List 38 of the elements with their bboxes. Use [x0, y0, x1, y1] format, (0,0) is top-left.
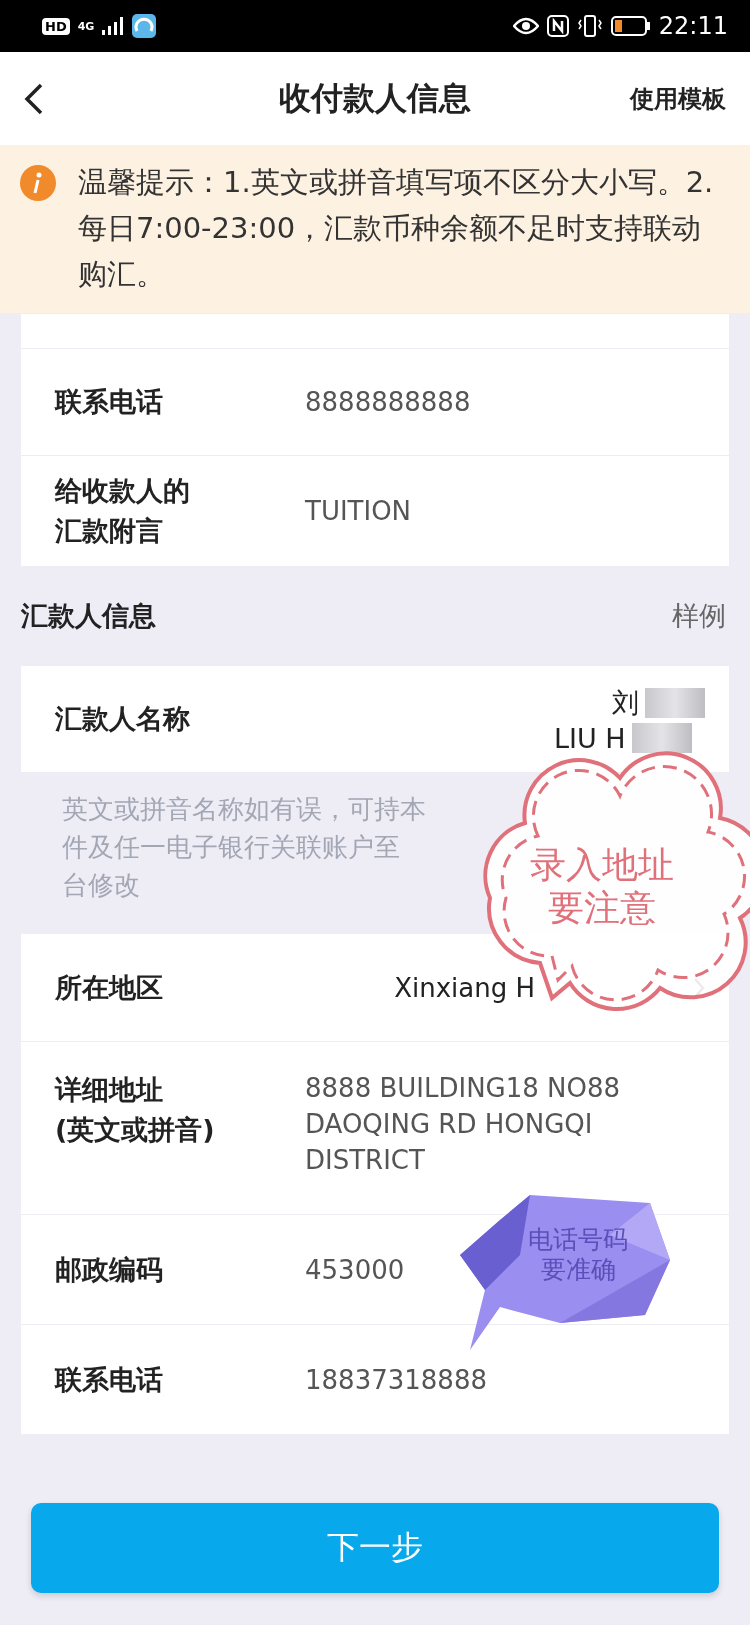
field-value: 453000 [305, 1253, 405, 1287]
example-link[interactable]: 样例 [672, 598, 726, 634]
hint-text: 件及任一电子银行关联账户至 [62, 831, 400, 864]
hd-badge: HD [42, 17, 70, 35]
sticker-text: 电话号码 要准确 [528, 1225, 628, 1285]
eye-icon [512, 17, 539, 35]
field-label: 所在地区 [55, 970, 164, 1005]
nfc-icon [546, 15, 569, 37]
signal-icon [102, 17, 125, 35]
field-value: 8888 BUILDING18 NO88 DAOQING RD HONGQI DISTRICT [305, 1072, 622, 1177]
app-icon [132, 14, 157, 38]
field-label: 联系电话 [55, 1362, 164, 1397]
section-title: 汇款人信息 [21, 599, 156, 633]
field-label: 详细地址 (英文或拼音) [55, 1073, 216, 1147]
blurred-text [631, 723, 692, 753]
field-label: 给收款人的汇款附言 [55, 474, 191, 548]
field-label: 汇款人名称 [55, 702, 191, 736]
hint-text: 台修改 [62, 869, 140, 902]
field-label: 联系电话 [55, 385, 164, 419]
hint-text: 英文或拼音名称如有误，可持本 [62, 793, 426, 826]
info-icon [20, 165, 56, 201]
vibrate-icon [576, 15, 603, 37]
notice-text: 温馨提示：1.英文或拼音填写项不区分大小写。2.每日7:00-23:00，汇款币种余额不足时支持联动购汇。 [78, 164, 715, 293]
field-value: LIU H [554, 722, 626, 754]
field-value: 18837318888 [305, 1363, 487, 1397]
field-label: 邮政编码 [55, 1252, 164, 1287]
battery-icon [610, 16, 651, 36]
network-label: 4G [77, 19, 95, 33]
region-value[interactable]: Xinxiang H [394, 972, 535, 1003]
back-icon[interactable] [24, 82, 44, 115]
sticker-text: 录入地址 要注意 [530, 843, 674, 930]
field-value: 8888888888 [305, 386, 471, 419]
page-title: 收付款人信息 [279, 77, 471, 119]
template-link[interactable]: 使用模板 [630, 82, 726, 115]
field-value: 刘 [612, 685, 639, 720]
status-time: 22:11 [658, 12, 728, 40]
blurred-text [645, 687, 705, 718]
field-value: TUITION [305, 495, 412, 528]
